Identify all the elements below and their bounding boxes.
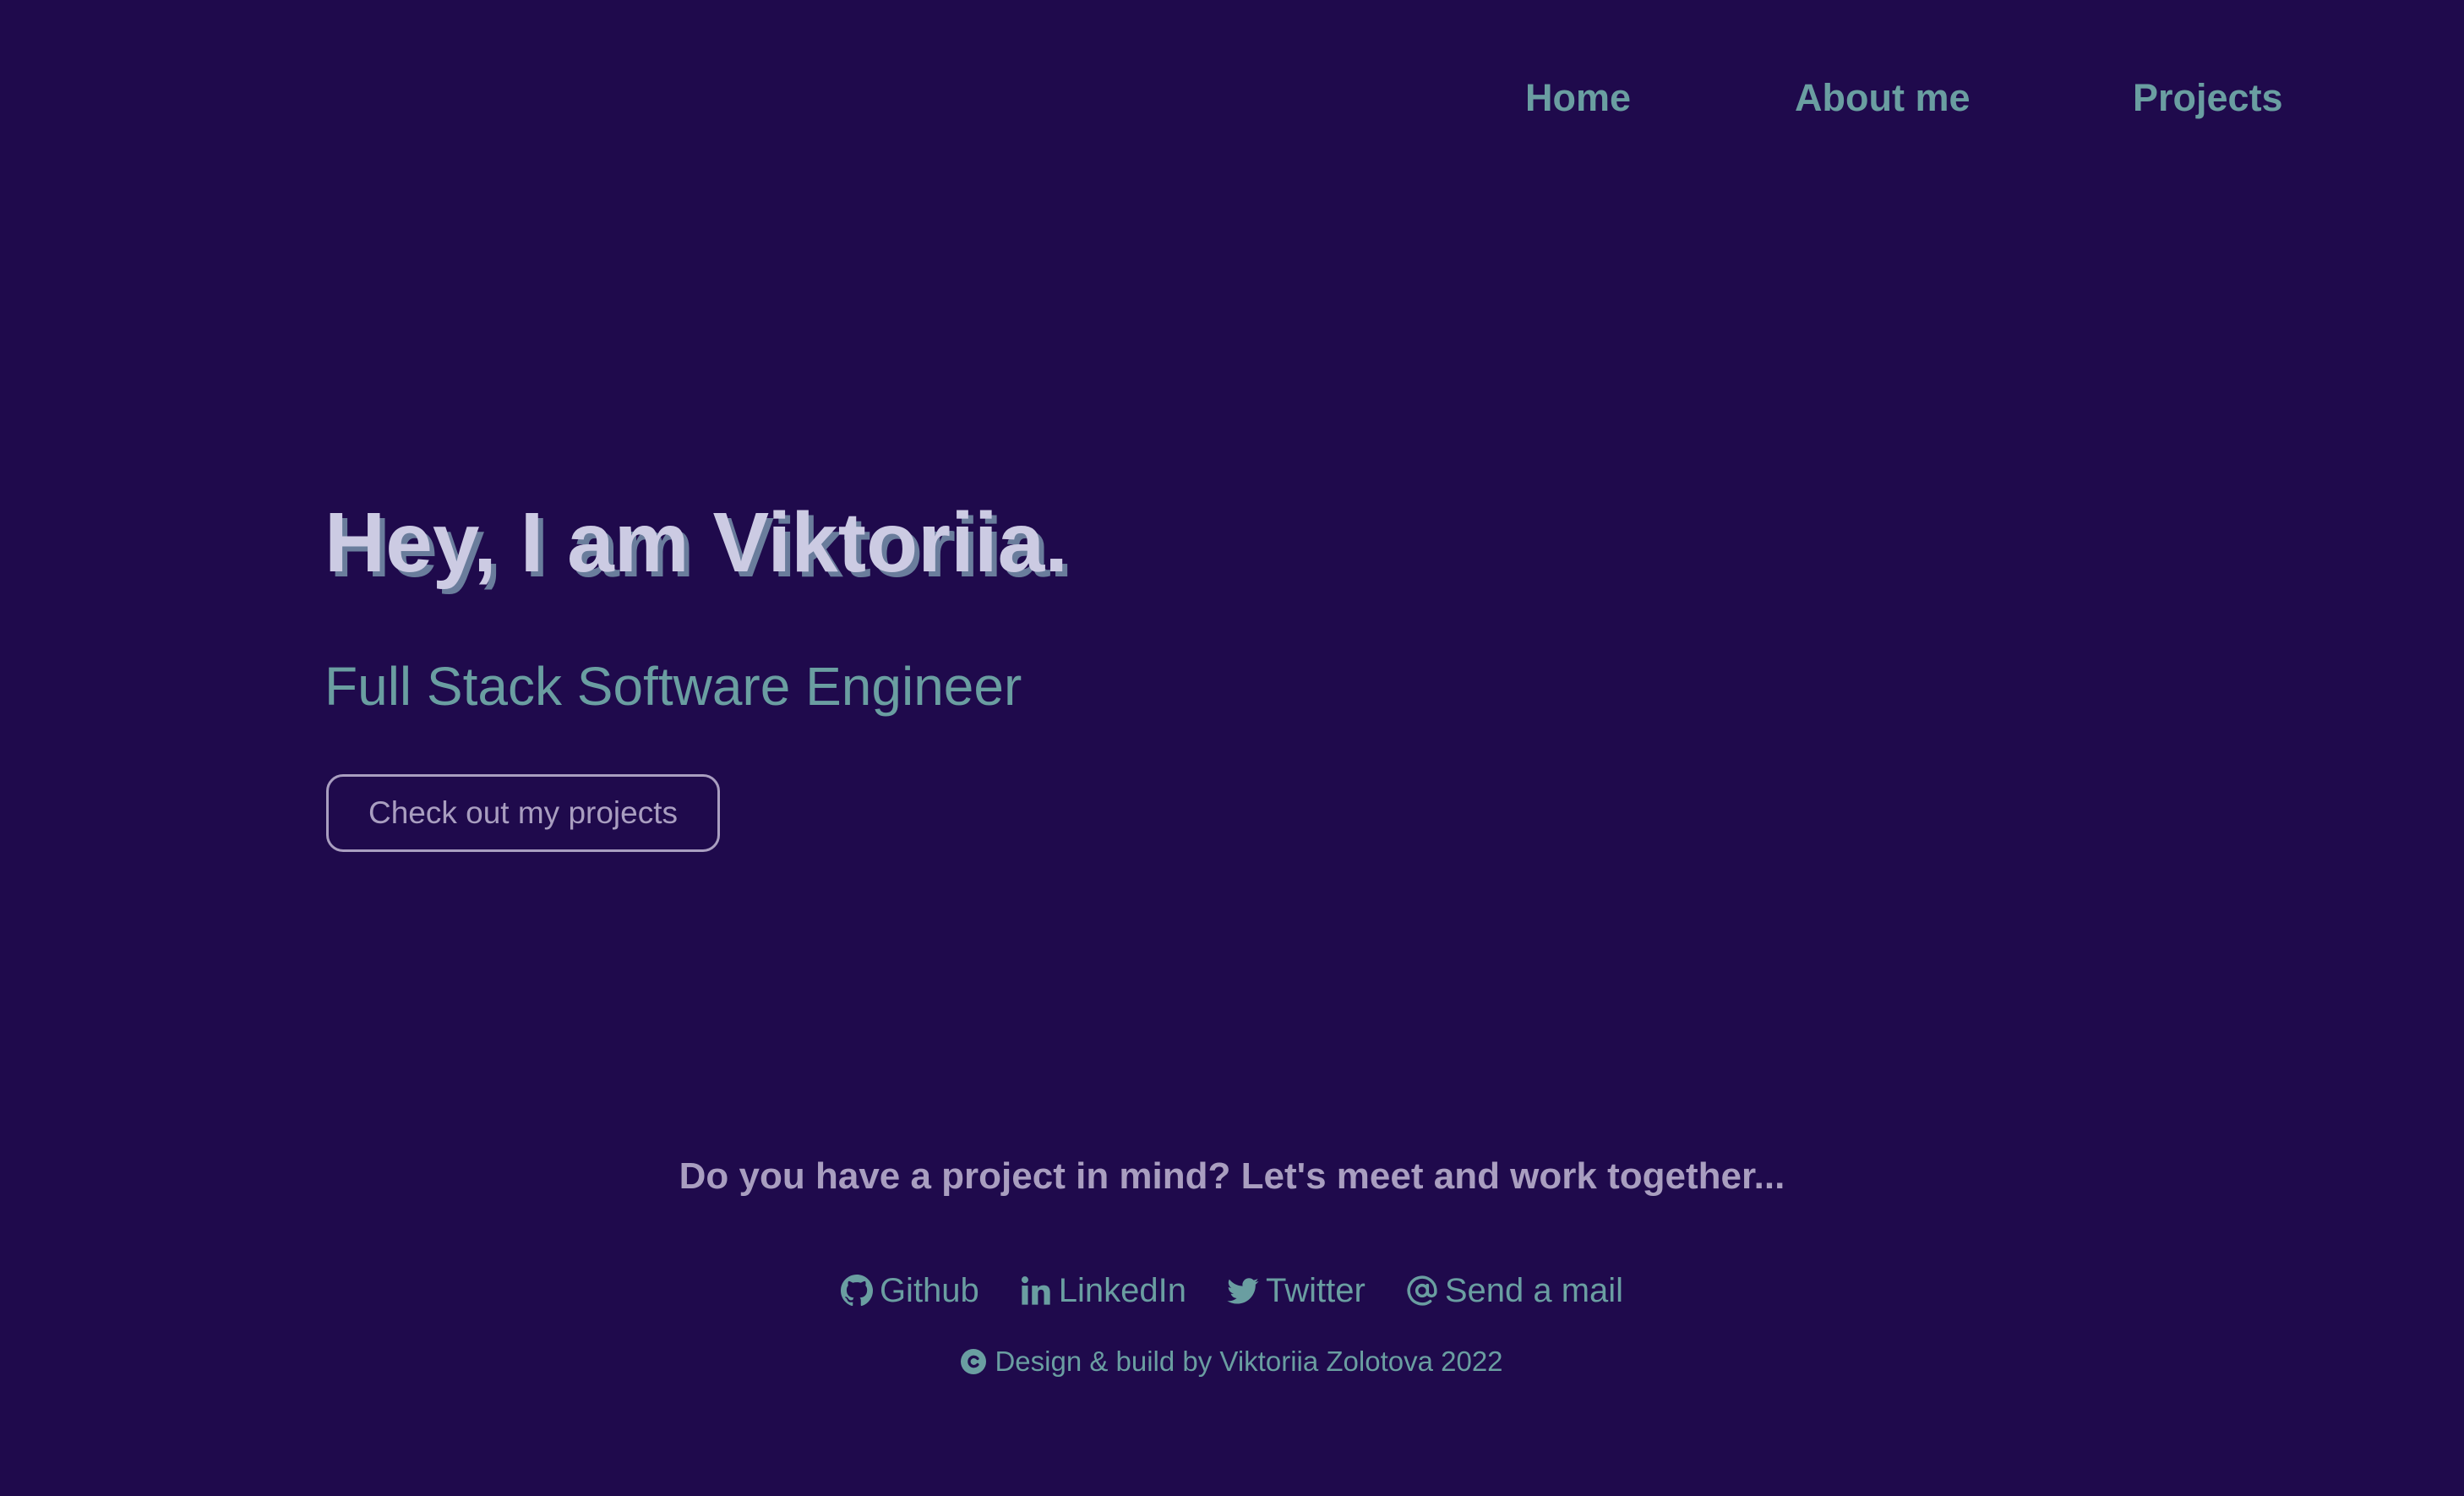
nav-link-about-me[interactable]: About me	[1795, 73, 1971, 123]
hero-title: Hey, I am Viktoriia.	[324, 495, 1069, 590]
social-links: Github LinkedIn Twitter Send a mail	[0, 1265, 2464, 1316]
copyright-icon	[961, 1349, 987, 1374]
twitter-link-label: Twitter	[1266, 1272, 1366, 1309]
contact-call-to-action: Do you have a project in mind? Let's mee…	[679, 1155, 1785, 1197]
github-link[interactable]: Github	[840, 1265, 979, 1316]
copyright-text: Design & build by Viktoriia Zolotova 202…	[995, 1346, 1503, 1377]
twitter-link[interactable]: Twitter	[1227, 1265, 1366, 1316]
send-mail-link-label: Send a mail	[1444, 1272, 1624, 1309]
github-link-label: Github	[879, 1272, 979, 1309]
at-sign-icon	[1407, 1275, 1437, 1306]
github-icon	[840, 1275, 873, 1307]
linkedin-link-label: LinkedIn	[1058, 1272, 1187, 1309]
linkedin-icon	[1021, 1276, 1050, 1305]
nav-link-projects[interactable]: Projects	[2133, 73, 2283, 123]
copyright-notice: Design & build by Viktoriia Zolotova 202…	[0, 1341, 2464, 1382]
twitter-icon	[1227, 1278, 1259, 1304]
check-out-projects-button[interactable]: Check out my projects	[326, 774, 720, 852]
top-navigation: Home About me Projects	[0, 0, 2464, 198]
send-mail-link[interactable]: Send a mail	[1406, 1265, 1623, 1316]
nav-link-home[interactable]: Home	[1525, 73, 1631, 123]
hero-subtitle: Full Stack Software Engineer	[324, 656, 1022, 717]
linkedin-link[interactable]: LinkedIn	[1020, 1265, 1186, 1316]
